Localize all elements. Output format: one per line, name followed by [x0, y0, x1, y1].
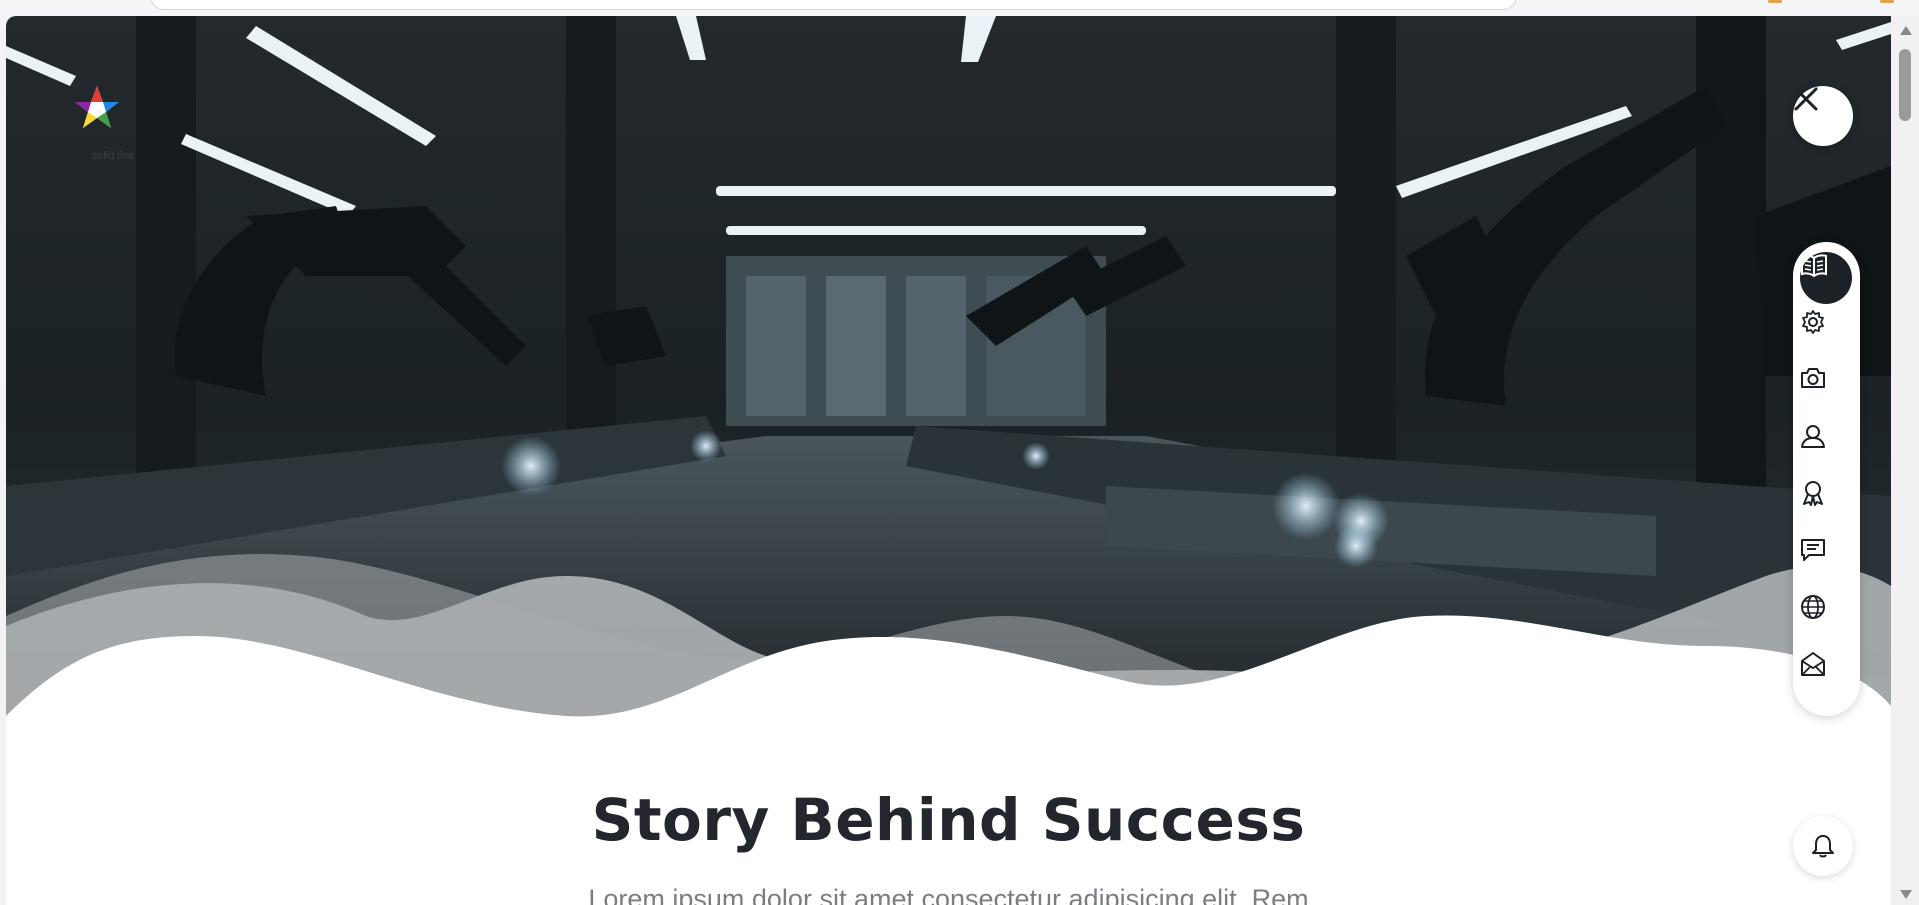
extension-indicator[interactable]: [1768, 0, 1782, 3]
close-icon: [1794, 87, 1818, 111]
side-navigation: [1793, 242, 1860, 716]
hero-banner: solid line: [6, 16, 1891, 731]
gear-icon: [1802, 310, 1824, 334]
logo-label: solid line: [91, 150, 135, 162]
brand-logo[interactable]: solid line: [74, 82, 152, 180]
star-logo-icon: [75, 86, 119, 128]
scroll-up-arrow-icon[interactable]: [1900, 26, 1912, 35]
nav-item-gallery[interactable]: [1800, 366, 1852, 418]
page-title: Story Behind Success: [591, 786, 1306, 854]
scroll-down-arrow-icon[interactable]: [1900, 890, 1912, 899]
nav-item-settings[interactable]: [1800, 309, 1852, 361]
nav-item-testimonials[interactable]: [1800, 537, 1852, 589]
scroll-thumb[interactable]: [1899, 49, 1911, 121]
user-icon: [1801, 425, 1825, 448]
nav-item-story[interactable]: [1800, 252, 1852, 304]
nav-item-contact[interactable]: [1800, 651, 1852, 703]
notifications-button[interactable]: [1793, 816, 1853, 876]
globe-icon: [1801, 595, 1825, 619]
camera-icon: [1801, 368, 1825, 388]
mail-icon: [1801, 652, 1825, 676]
vertical-scrollbar[interactable]: [1891, 16, 1919, 905]
hero-factory-image: [6, 16, 1891, 731]
extension-indicator[interactable]: [1880, 0, 1894, 3]
browser-top-bar: [0, 0, 1919, 16]
page-content: solid line Story Behind Success Lorem ip…: [6, 16, 1891, 905]
nav-item-awards[interactable]: [1800, 480, 1852, 532]
bell-icon: [1812, 835, 1834, 858]
nav-item-team[interactable]: [1800, 423, 1852, 475]
nav-item-global[interactable]: [1800, 594, 1852, 646]
close-button[interactable]: [1793, 86, 1853, 146]
intro-text: Lorem ipsum dolor sit amet consectetur a…: [588, 884, 1309, 905]
address-bar[interactable]: [150, 0, 1517, 10]
award-icon: [1803, 481, 1823, 506]
chat-icon: [1801, 539, 1825, 561]
book-icon: [1801, 254, 1827, 278]
